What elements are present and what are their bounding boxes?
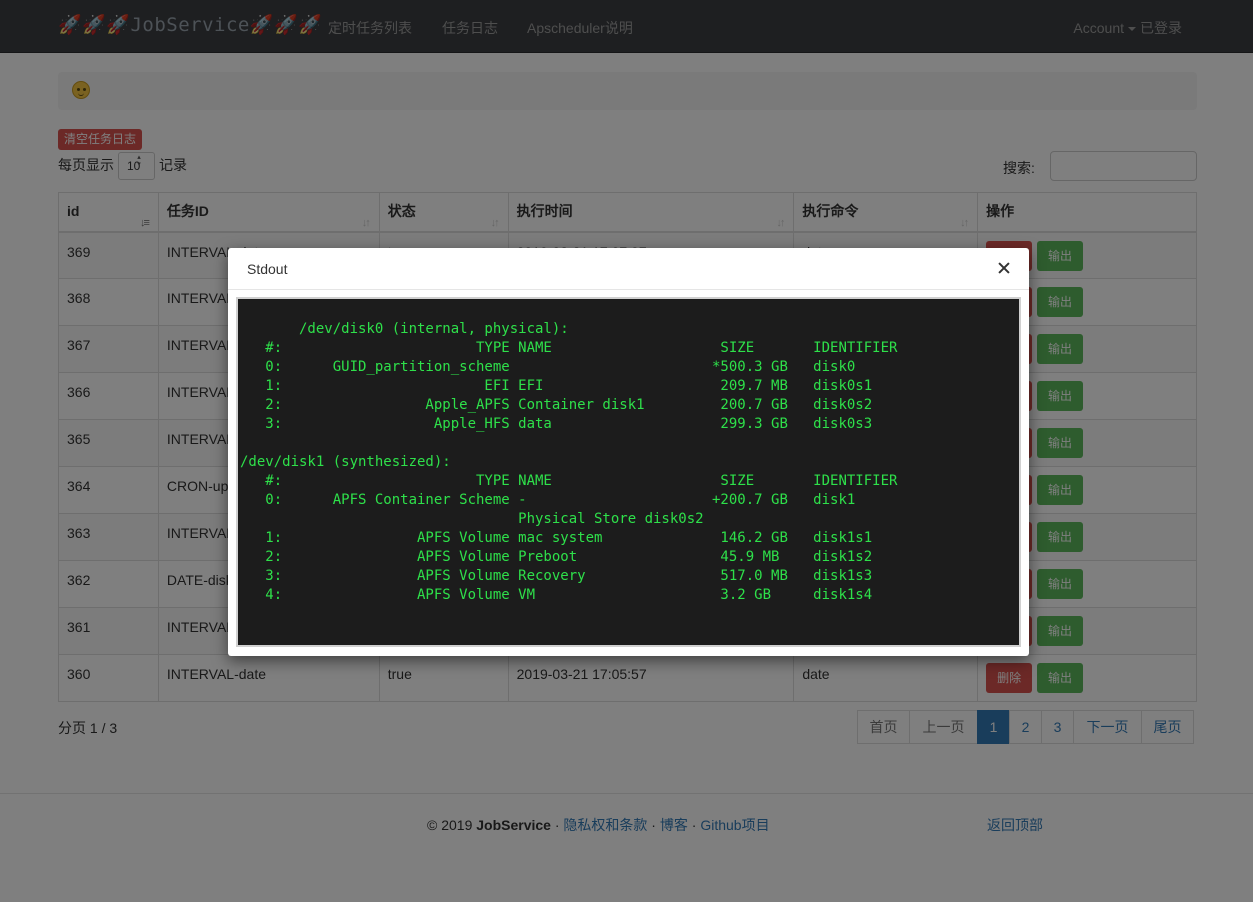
modal-title: Stdout <box>247 261 288 277</box>
stdout-text: /dev/disk0 (internal, physical): #: TYPE… <box>240 321 898 603</box>
modal-header: Stdout <box>228 248 1029 290</box>
stdout-terminal: /dev/disk0 (internal, physical): #: TYPE… <box>236 297 1021 647</box>
close-icon[interactable] <box>995 259 1013 277</box>
stdout-modal: Stdout /dev/disk0 (internal, physical): … <box>228 248 1029 656</box>
